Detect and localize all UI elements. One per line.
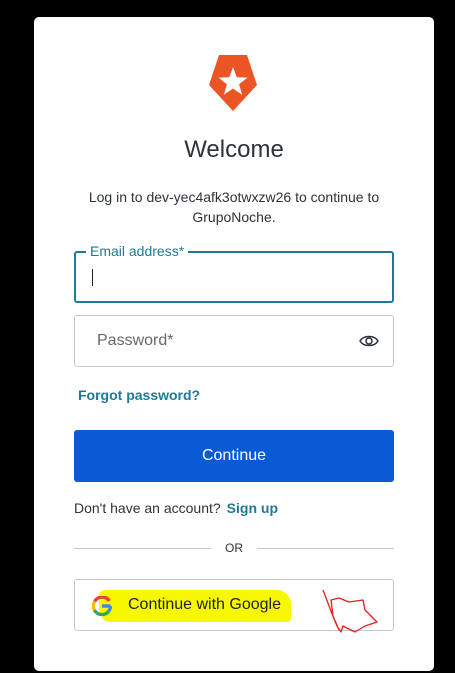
- email-label: Email address*: [86, 243, 189, 259]
- continue-with-google-button[interactable]: Continue with Google: [74, 579, 394, 633]
- login-subtitle: Log in to dev-yec4afk3otwxzw26 to contin…: [88, 189, 380, 225]
- divider-or: OR: [225, 541, 243, 555]
- password-field[interactable]: Password*: [74, 315, 394, 367]
- signup-row: Don't have an account? Sign up: [74, 500, 278, 516]
- text-caret: [92, 269, 93, 286]
- password-placeholder: Password*: [97, 332, 174, 349]
- eye-icon[interactable]: [359, 333, 379, 349]
- google-button-label: Continue with Google: [128, 596, 281, 613]
- signup-prompt: Don't have an account?: [74, 500, 221, 516]
- divider-line: [257, 548, 394, 549]
- google-g-icon: [92, 596, 112, 616]
- login-card: Welcome Log in to dev-yec4afk3otwxzw26 t…: [34, 17, 434, 671]
- page-title: Welcome: [184, 136, 284, 163]
- red-cursor-scribble-annotation: [322, 589, 378, 633]
- forgot-password-link[interactable]: Forgot password?: [78, 387, 200, 403]
- continue-button[interactable]: Continue: [74, 430, 394, 482]
- divider-line: [74, 548, 211, 549]
- shield-star-icon: [209, 55, 257, 111]
- email-field[interactable]: Email address*: [74, 243, 394, 303]
- signup-link[interactable]: Sign up: [227, 500, 278, 516]
